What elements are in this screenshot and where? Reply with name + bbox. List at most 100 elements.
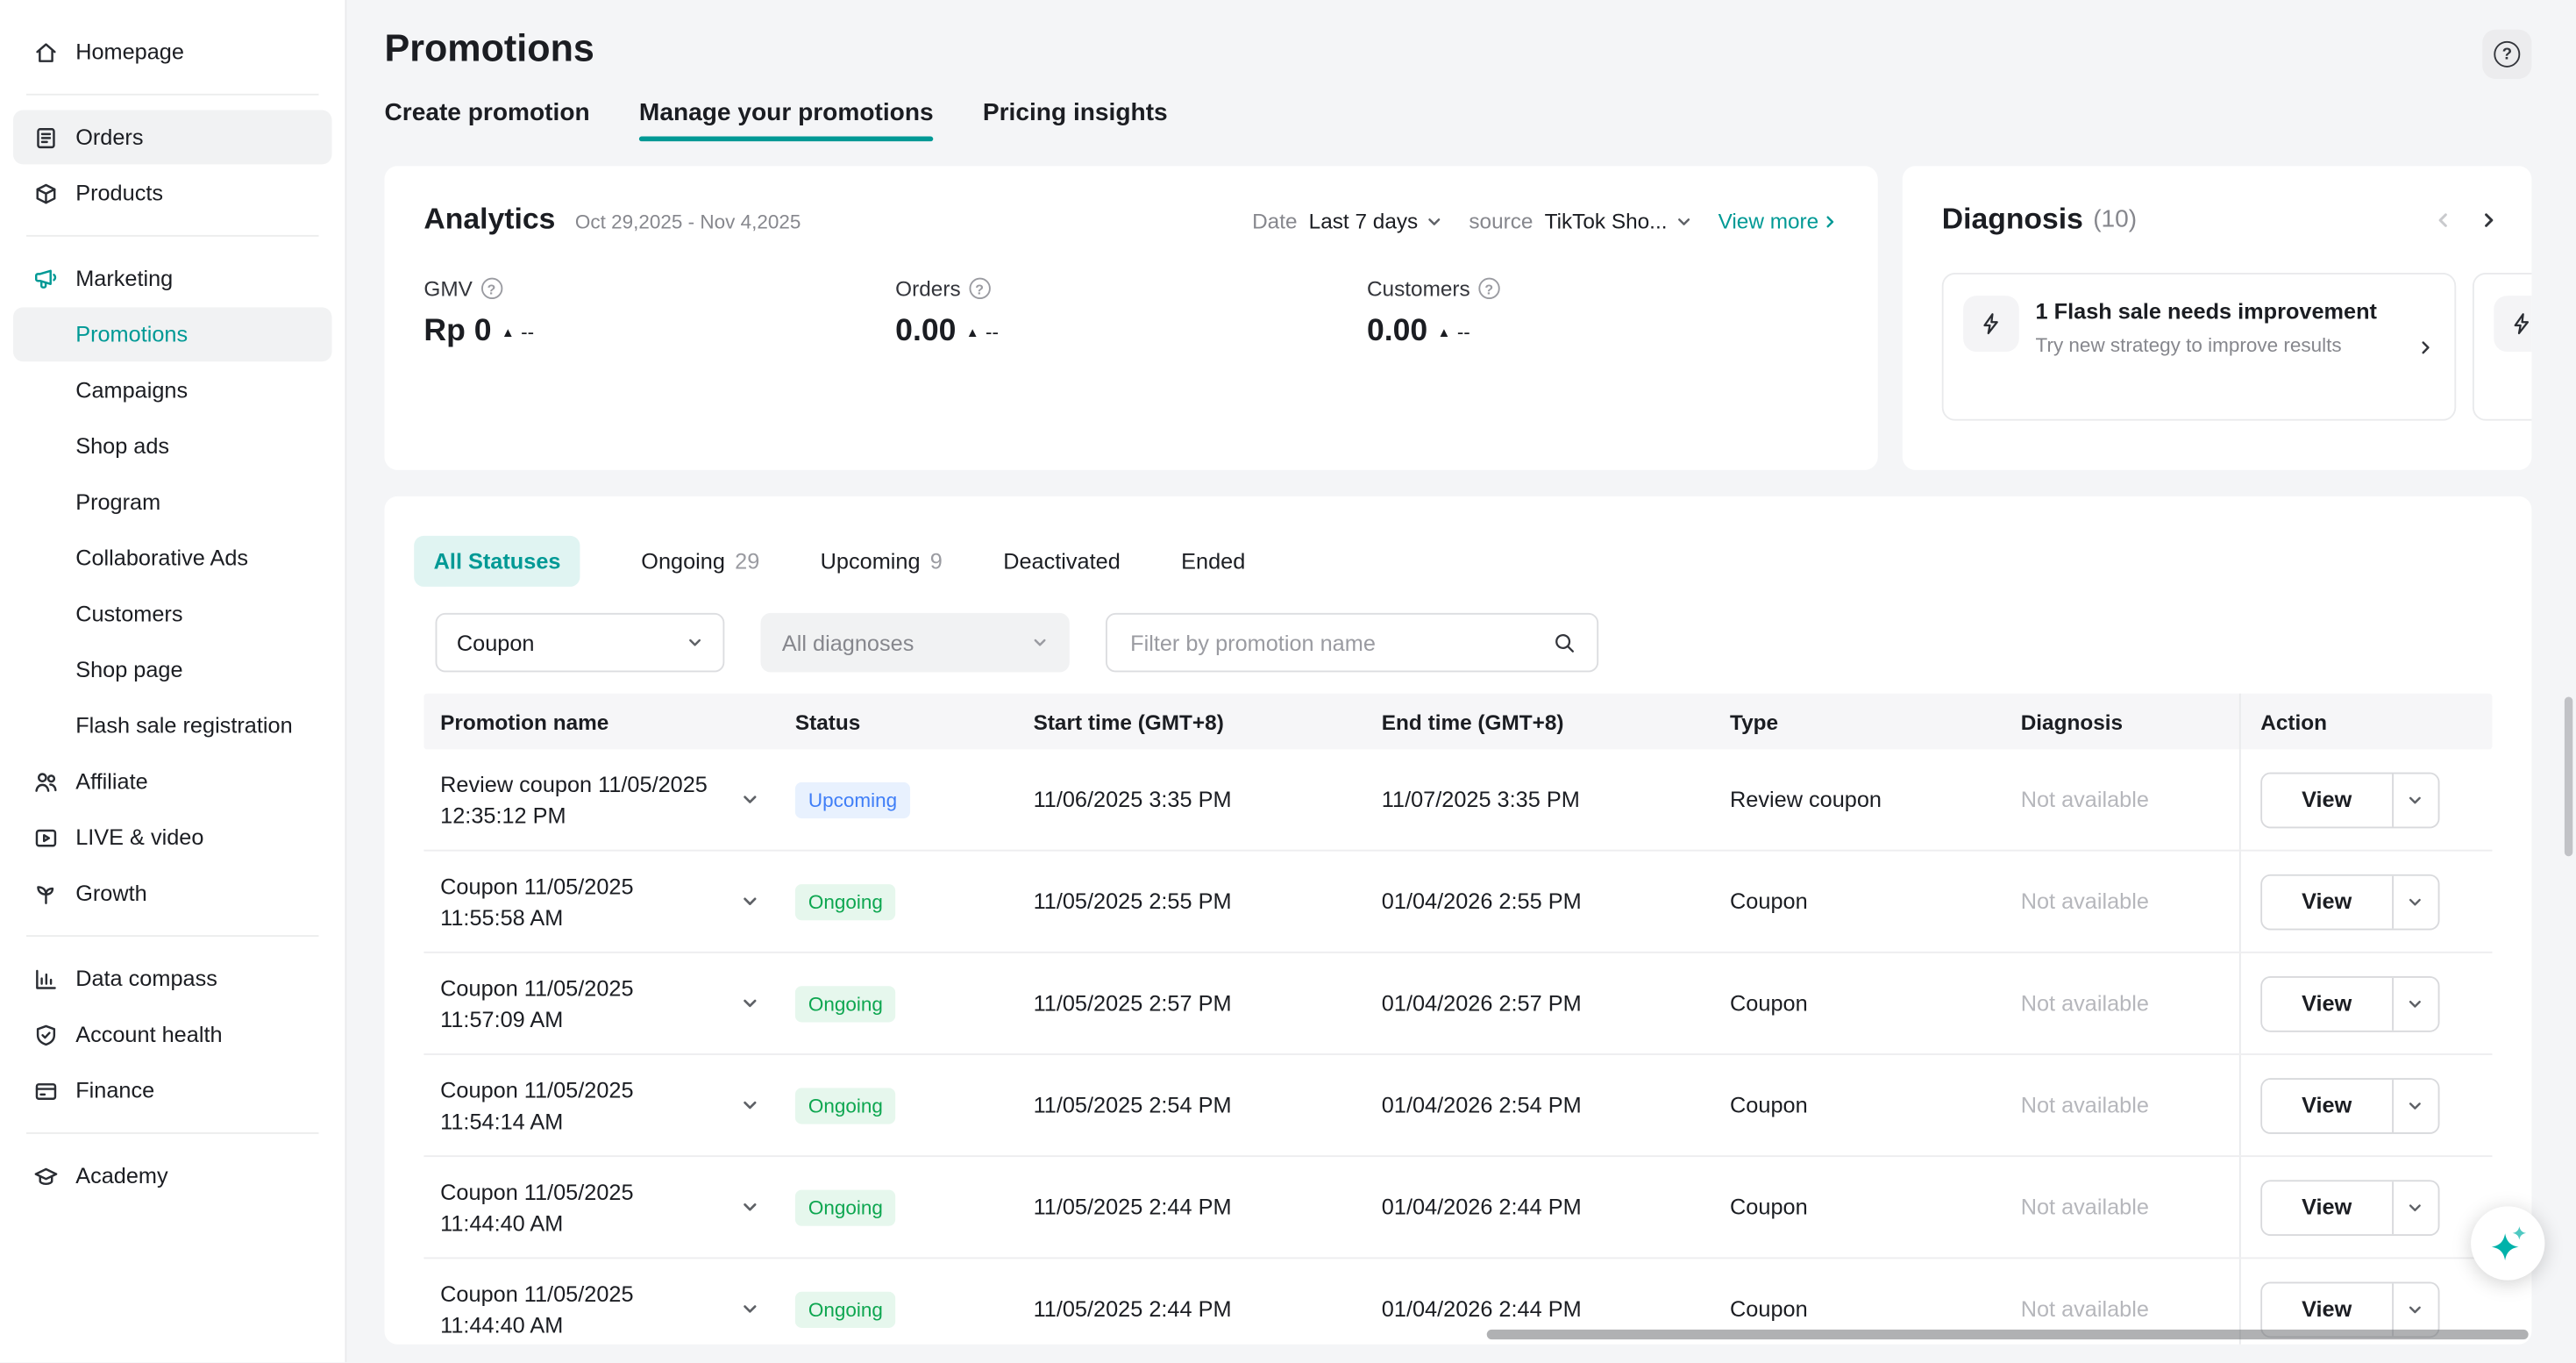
sidebar-item-program[interactable]: Program [13, 475, 332, 530]
sidebar-item-orders[interactable]: Orders [13, 111, 332, 165]
view-button[interactable]: View [2262, 977, 2391, 1030]
end-time: 01/04/2026 2:44 PM [1365, 1296, 1713, 1321]
sidebar-divider [26, 1132, 319, 1134]
sidebar-item-academy[interactable]: Academy [13, 1149, 332, 1203]
row-expand-button[interactable] [737, 788, 762, 812]
ai-assistant-button[interactable] [2471, 1206, 2544, 1280]
view-button[interactable]: View [2262, 1282, 2391, 1335]
sidebar-item-collaborative-ads[interactable]: Collaborative Ads [13, 531, 332, 585]
row-expand-button[interactable] [737, 991, 762, 1016]
sidebar-item-live-video[interactable]: LIVE & video [13, 810, 332, 865]
filter-row: Coupon All diagnoses [423, 613, 2492, 672]
promotion-type-select[interactable]: Coupon [436, 613, 725, 672]
promotion-type: Coupon [1713, 991, 2004, 1016]
view-button[interactable]: View [2262, 1181, 2391, 1233]
search-icon[interactable] [1553, 631, 1577, 655]
metric-orders: Orders? 0.00▲-- [895, 276, 1367, 350]
metric-label: GMV [423, 276, 473, 301]
sidebar-item-data-compass[interactable]: Data compass [13, 952, 332, 1006]
growth-icon [32, 880, 59, 906]
status-tab-all[interactable]: All Statuses [414, 536, 580, 587]
help-button[interactable]: ? [2482, 30, 2531, 79]
view-dropdown-button[interactable] [2391, 1282, 2437, 1335]
vertical-scrollbar[interactable] [2565, 696, 2572, 856]
question-circle-icon[interactable]: ? [1478, 278, 1499, 299]
search-input[interactable] [1127, 629, 1552, 657]
sidebar-item-products[interactable]: Products [13, 166, 332, 220]
metric-delta: -- [986, 320, 999, 343]
chevron-right-icon [2416, 338, 2435, 356]
promotion-name: Coupon 11/05/202511:44:40 AM [440, 1278, 633, 1340]
start-time: 11/05/2025 2:44 PM [1017, 1296, 1365, 1321]
sidebar-item-affiliate[interactable]: Affiliate [13, 754, 332, 809]
lightning-icon [2494, 296, 2531, 352]
shield-check-icon [32, 1022, 59, 1048]
status-tab-ongoing[interactable]: Ongoing29 [641, 549, 759, 574]
sidebar-item-account-health[interactable]: Account health [13, 1008, 332, 1062]
view-more-link[interactable]: View more [1719, 209, 1839, 233]
column-header-start-time: Start time (GMT+8) [1017, 710, 1365, 734]
chevron-left-icon [2433, 210, 2452, 229]
tab-create-promotion[interactable]: Create promotion [384, 98, 589, 141]
row-expand-button[interactable] [737, 1195, 762, 1219]
date-label: Date [1252, 209, 1297, 233]
horizontal-scrollbar[interactable] [1487, 1330, 2529, 1339]
status-tab-deactivated[interactable]: Deactivated [1003, 549, 1121, 574]
view-dropdown-button[interactable] [2391, 774, 2437, 826]
question-circle-icon[interactable]: ? [480, 278, 502, 299]
sidebar-item-growth[interactable]: Growth [13, 866, 332, 920]
row-expand-button[interactable] [737, 1093, 762, 1117]
diagnosis-prev-button[interactable] [2433, 210, 2452, 229]
chevron-down-icon [2407, 1301, 2423, 1317]
sidebar-divider [26, 935, 319, 937]
row-action: View [2260, 1281, 2438, 1338]
view-dropdown-button[interactable] [2391, 1181, 2437, 1233]
row-expand-button[interactable] [737, 1296, 762, 1321]
sidebar-item-label: Promotions [75, 322, 188, 346]
sidebar-item-homepage[interactable]: Homepage [13, 25, 332, 79]
promotion-name: Coupon 11/05/202511:54:14 AM [440, 1074, 633, 1136]
source-select[interactable]: TikTok Sho... [1545, 209, 1692, 233]
help-icon: ? [2494, 41, 2520, 68]
diagnoses-select[interactable]: All diagnoses [761, 613, 1070, 672]
view-dropdown-button[interactable] [2391, 1079, 2437, 1131]
view-button[interactable]: View [2262, 774, 2391, 826]
diagnosis-next-button[interactable] [2479, 210, 2498, 229]
status-badge: Ongoing [795, 985, 896, 1021]
sidebar-item-shop-page[interactable]: Shop page [13, 643, 332, 697]
status-badge: Ongoing [795, 1087, 896, 1123]
row-action: View [2260, 772, 2438, 828]
sidebar-item-shop-ads[interactable]: Shop ads [13, 419, 332, 474]
chevron-right-icon [2479, 210, 2498, 229]
sidebar-item-customers[interactable]: Customers [13, 587, 332, 641]
source-select-value: TikTok Sho... [1545, 209, 1668, 233]
sidebar-item-label: Affiliate [75, 769, 148, 794]
view-dropdown-button[interactable] [2391, 977, 2437, 1030]
sidebar-item-marketing[interactable]: Marketing [13, 252, 332, 306]
sidebar-item-label: Growth [75, 881, 147, 905]
status-tab-upcoming[interactable]: Upcoming9 [821, 549, 943, 574]
graduation-cap-icon [32, 1163, 59, 1189]
metric-value: 0.00 [895, 314, 956, 350]
row-expand-button[interactable] [737, 889, 762, 914]
orders-icon [32, 124, 59, 150]
question-circle-icon[interactable]: ? [969, 278, 990, 299]
date-select[interactable]: Last 7 days [1309, 209, 1443, 233]
sidebar-item-flash-sale-registration[interactable]: Flash sale registration [13, 698, 332, 753]
diagnosis-flash-sale-card[interactable]: 1 Flash sale needs improvement Try new s… [1942, 273, 2456, 421]
diagnosis-next-card-partial[interactable] [2473, 273, 2531, 421]
view-button[interactable]: View [2262, 875, 2391, 928]
tab-manage-your-promotions[interactable]: Manage your promotions [639, 98, 934, 141]
view-button[interactable]: View [2262, 1079, 2391, 1131]
bar-chart-icon [32, 966, 59, 992]
status-tab-ended[interactable]: Ended [1181, 549, 1245, 574]
tab-pricing-insights[interactable]: Pricing insights [983, 98, 1168, 141]
view-dropdown-button[interactable] [2391, 875, 2437, 928]
sidebar-item-campaigns[interactable]: Campaigns [13, 363, 332, 417]
sidebar-item-label: Orders [75, 125, 143, 149]
status-tab-label: Ongoing [641, 549, 725, 574]
promotion-name: Review coupon 11/05/202512:35:12 PM [440, 768, 708, 831]
sidebar-item-finance[interactable]: Finance [13, 1063, 332, 1117]
sidebar-item-promotions[interactable]: Promotions [13, 307, 332, 361]
diagnosis-value: Not available [2004, 1093, 2239, 1117]
